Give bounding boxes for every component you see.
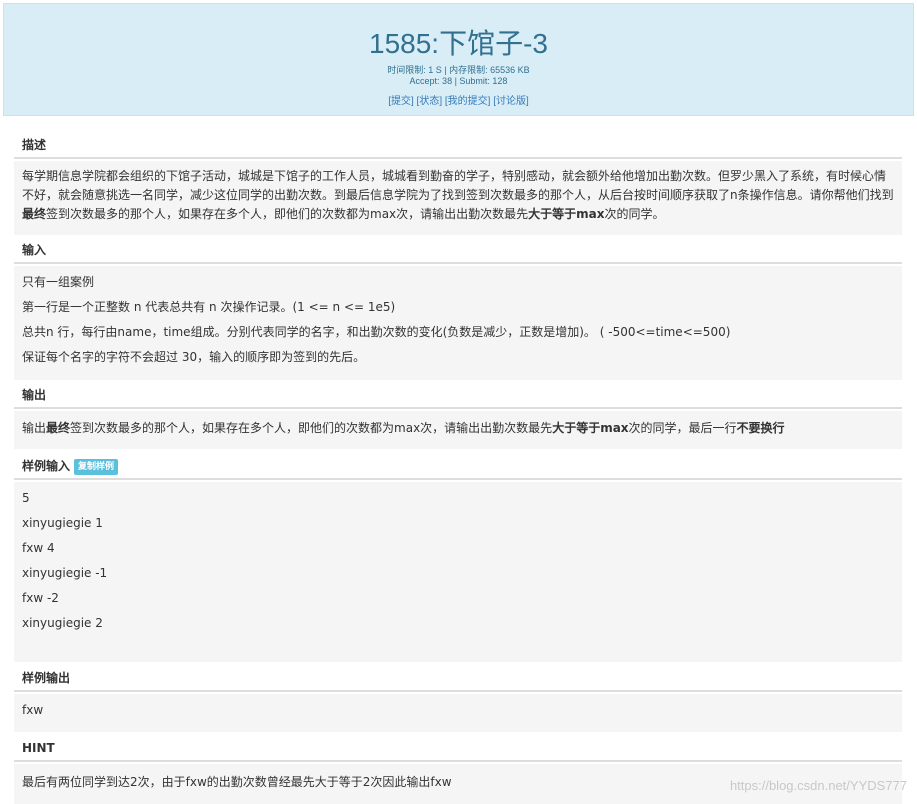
sample-input-line: xinyugiegie -1 (22, 566, 108, 580)
sample-output-heading: 样例输出 (14, 666, 902, 692)
output-heading: 输出 (14, 383, 902, 409)
input-line: 第一行是一个正整数 n 代表总共有 n 次操作记录。(1 <= n <= 1e5… (22, 300, 396, 314)
description-bold-gte: 大于等于max (528, 207, 605, 221)
input-line: 保证每个名字的字符不会超过 30，输入的顺序即为签到的先后。 (22, 350, 366, 364)
sample-output-body: fxw (14, 694, 902, 732)
problem-links: [提交] [状态] [我的提交] [讨论版] (4, 92, 913, 107)
sample-input-title: 样例输入 (22, 459, 71, 473)
submit-link[interactable]: [提交] (388, 96, 414, 107)
input-heading: 输入 (14, 238, 902, 264)
output-text: 输出最终签到次数最多的那个人，如果存在多个人，即他们的次数都为max次，请输出出… (22, 419, 785, 436)
input-body: 只有一组案例 第一行是一个正整数 n 代表总共有 n 次操作记录。(1 <= n… (14, 266, 902, 380)
sample-output-line: fxw (22, 703, 44, 717)
description-text-a: 每学期信息学院都会组织的下馆子活动，城城是下馆子的工作人员，城城看到勤奋的学子，… (22, 169, 894, 202)
discussion-link[interactable]: [讨论版] (493, 96, 529, 107)
copy-sample-button[interactable]: 复制样例 (74, 459, 119, 475)
hint-text: 最后有两位同学到达2次，由于fxw的出勤次数曾经最先大于等于2次因此输出fxw (22, 775, 452, 789)
description-bold-final: 最终 (22, 207, 47, 221)
input-line: 总共n 行，每行由name，time组成。分别代表同学的名字，和出勤次数的变化(… (22, 325, 731, 339)
sample-input-heading: 样例输入 复制样例 (14, 454, 902, 480)
accept-submit-text: Accept: 38 | Submit: 128 (409, 76, 508, 86)
description-text-c: 次的同学。 (604, 207, 665, 221)
output-text-b: 签到次数最多的那个人，如果存在多个人，即他们的次数都为max次，请输出出勤次数最… (70, 421, 553, 435)
problem-header: 1585:下馆子-3 时间限制: 1 S | 内存限制: 65536 KB Ac… (3, 3, 914, 116)
sample-input-line: xinyugiegie 1 (22, 516, 103, 530)
problem-title: 1585:下馆子-3 (369, 28, 548, 59)
hint-heading: HINT (14, 736, 902, 762)
status-link[interactable]: [状态] (417, 96, 443, 107)
sample-input-line: xinyugiegie 2 (22, 616, 103, 630)
sample-input-line: fxw -2 (22, 591, 59, 605)
description-text-b: 签到次数最多的那个人，如果存在多个人，即他们的次数都为max次，请输出出勤次数最… (46, 207, 529, 221)
output-text-c: 次的同学，最后一行 (628, 421, 737, 435)
description-heading: 描述 (14, 133, 902, 159)
input-line: 只有一组案例 (22, 275, 95, 289)
output-text-a: 输出 (22, 421, 47, 435)
output-bold-no-newline: 不要换行 (736, 421, 785, 435)
sample-input-body: 5 xinyugiegie 1 fxw 4 xinyugiegie -1 fxw… (14, 482, 902, 662)
watermark: https://blog.csdn.net/YYDS777 (729, 778, 907, 793)
output-bold-final: 最终 (46, 421, 71, 435)
sample-input-line: fxw 4 (22, 541, 55, 555)
sample-input-line: 5 (22, 491, 30, 505)
my-submissions-link[interactable]: [我的提交] (445, 96, 491, 107)
limits-text: 时间限制: 1 S | 内存限制: 65536 KB (387, 65, 530, 75)
output-bold-gte: 大于等于max (552, 421, 629, 435)
output-body: 输出最终签到次数最多的那个人，如果存在多个人，即他们的次数都为max次，请输出出… (14, 411, 902, 449)
description-body: 每学期信息学院都会组织的下馆子活动，城城是下馆子的工作人员，城城看到勤奋的学子，… (14, 161, 902, 235)
